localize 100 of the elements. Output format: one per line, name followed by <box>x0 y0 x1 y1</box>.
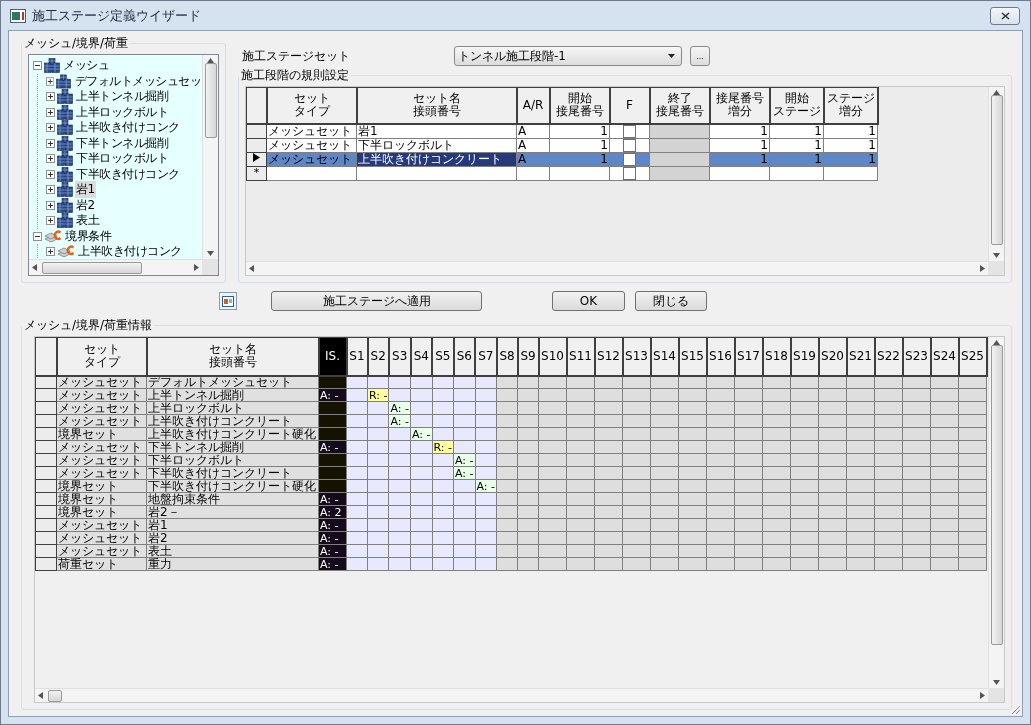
browse-button[interactable]: ... <box>690 46 710 66</box>
expand-icon[interactable] <box>46 247 55 257</box>
stage-header[interactable]: S5 <box>432 337 454 376</box>
stage-header[interactable]: S13 <box>622 337 651 376</box>
stage-header[interactable]: S14 <box>650 337 679 376</box>
expand-icon[interactable] <box>46 200 55 210</box>
stage-header[interactable]: S19 <box>790 337 819 376</box>
scroll-thumb[interactable] <box>48 689 62 702</box>
expand-icon[interactable] <box>46 123 55 133</box>
stage-header[interactable]: S17 <box>734 337 763 376</box>
current-row-icon <box>253 153 260 162</box>
stage-header[interactable]: S2 <box>367 337 389 376</box>
column-header-cell[interactable]: IS. <box>318 337 347 376</box>
expand-icon[interactable] <box>46 169 55 179</box>
stage-header[interactable]: S16 <box>706 337 735 376</box>
scroll-thumb[interactable] <box>42 261 142 274</box>
close-dialog-button[interactable]: 閉じる <box>635 291 707 311</box>
stage-header[interactable]: S15 <box>678 337 707 376</box>
stage-header[interactable]: S4 <box>410 337 432 376</box>
scroll-down-icon[interactable] <box>993 253 1000 258</box>
expand-icon[interactable] <box>46 154 55 164</box>
mesh-blocks-icon <box>57 197 73 213</box>
tree-item[interactable]: 下半吹き付けコンク <box>75 165 181 183</box>
column-header-cell[interactable]: セット名 接頭番号 <box>356 87 517 124</box>
stage-header[interactable]: S9 <box>517 337 539 376</box>
stage-header[interactable]: S1 <box>346 337 368 376</box>
expand-icon[interactable] <box>46 92 55 102</box>
stage-header[interactable]: S24 <box>930 337 959 376</box>
info-button[interactable] <box>219 292 237 310</box>
stage-header[interactable]: S22 <box>874 337 903 376</box>
stage-header[interactable]: S10 <box>538 337 567 376</box>
stage-header[interactable]: S20 <box>818 337 847 376</box>
stage-header[interactable]: S11 <box>566 337 595 376</box>
tree-item[interactable]: 岩2 <box>75 196 96 214</box>
column-header-cell[interactable]: セット名 接頭番号 <box>146 337 319 376</box>
tree-item[interactable]: 上半トンネル掘削 <box>75 88 169 106</box>
column-header-cell[interactable]: セット タイプ <box>266 87 357 124</box>
stage-header[interactable]: S25 <box>958 337 987 376</box>
tree-item[interactable]: メッシュ <box>62 57 110 75</box>
close-button[interactable] <box>990 6 1020 25</box>
tree-item[interactable]: 表土 <box>75 212 100 230</box>
scroll-left-icon[interactable] <box>32 264 37 271</box>
collapse-icon[interactable] <box>33 61 42 71</box>
scroll-down-icon[interactable] <box>993 680 1000 685</box>
scroll-thumb[interactable] <box>204 63 217 138</box>
column-header-cell[interactable]: ステージ 増分 <box>823 87 878 124</box>
horizontal-scrollbar[interactable] <box>35 688 988 702</box>
checkbox[interactable] <box>623 139 636 151</box>
expand-icon[interactable] <box>46 216 55 226</box>
column-title: セット <box>82 343 120 357</box>
apply-button[interactable]: 施工ステージへ適用 <box>271 291 482 311</box>
scroll-thumb[interactable] <box>990 95 1003 245</box>
tree-item[interactable]: 上半ロックボルト <box>75 103 169 121</box>
stage-header[interactable]: S23 <box>902 337 931 376</box>
ok-button[interactable]: OK <box>552 291 625 311</box>
scroll-right-icon[interactable] <box>980 692 985 699</box>
vertical-scrollbar[interactable] <box>988 87 1004 261</box>
stage-header[interactable]: S3 <box>389 337 411 376</box>
resize-grip[interactable] <box>1011 705 1021 715</box>
checkbox[interactable] <box>623 153 636 165</box>
stage-header[interactable]: S12 <box>594 337 623 376</box>
expand-icon[interactable] <box>46 107 55 117</box>
horizontal-scrollbar[interactable] <box>246 261 988 275</box>
column-header-cell[interactable]: 終了 接尾番号 <box>649 87 710 124</box>
tree-item[interactable]: 下半トンネル掘削 <box>75 134 169 152</box>
stage-header[interactable]: S21 <box>846 337 875 376</box>
tree-item[interactable]: 境界条件 <box>64 227 112 245</box>
stage-set-dropdown[interactable]: トンネル施工段階-1 <box>454 46 682 66</box>
column-header-cell[interactable]: F <box>609 87 650 124</box>
checkbox[interactable] <box>623 167 636 179</box>
stage-header[interactable]: S7 <box>475 337 497 376</box>
scroll-left-icon[interactable] <box>249 265 254 272</box>
column-header-cell[interactable]: 開始 ステージ <box>769 87 824 124</box>
vertical-scrollbar[interactable] <box>202 55 218 259</box>
scroll-down-icon[interactable] <box>207 251 214 256</box>
column-header-cell[interactable]: A/R <box>516 87 550 124</box>
horizontal-scrollbar[interactable] <box>29 259 202 275</box>
collapse-icon[interactable] <box>33 231 42 241</box>
stage-header[interactable]: S6 <box>453 337 475 376</box>
expand-icon[interactable] <box>46 185 55 195</box>
scroll-right-icon[interactable] <box>980 265 985 272</box>
scroll-right-icon[interactable] <box>194 264 199 271</box>
tree-item[interactable]: 下半ロックボルト <box>75 150 169 168</box>
column-header-cell[interactable]: 開始 接尾番号 <box>549 87 610 124</box>
expand-icon[interactable] <box>46 76 55 86</box>
expand-icon[interactable] <box>46 138 55 148</box>
rules-grid[interactable]: セット タイプ セット名 接頭番号 A/R 開始 接尾番号 F 終了 接尾番号 接尾番号 増分 開始 ステージ ステージ 増分 メッシュセット 岩1 A 1 1 1 1 メッシュセット 下半ロックボルト A 1 1 1 1 メッシュセット 上半吹き付けコンクリート A 1 1 1 1 * <box>245 86 1005 276</box>
tree-item[interactable]: デフォルトメッシュセッ <box>73 72 202 90</box>
tree-item[interactable]: 上半吹き付けコンク <box>75 119 181 137</box>
stage-header[interactable]: S18 <box>762 337 791 376</box>
tree-item[interactable]: 上半吹き付けコンク <box>77 243 183 259</box>
scroll-left-icon[interactable] <box>38 692 43 699</box>
column-header-cell[interactable]: セット タイプ <box>56 337 147 376</box>
column-header-cell[interactable]: 接尾番号 増分 <box>709 87 770 124</box>
vertical-scrollbar[interactable] <box>988 337 1004 688</box>
tree-item[interactable]: 岩1 <box>75 181 96 199</box>
tree-view[interactable]: メッシュ デフォルトメッシュセッ 上半トンネル掘削 上半ロックボルト 上半吹き付けコンク 下半トンネル掘削 下半ロックボルト 下半吹き付けコンク 岩1 岩2 表土 境界条件 上半吹き付けコンク <box>28 54 219 276</box>
scroll-thumb[interactable] <box>990 345 1003 645</box>
stage-header[interactable]: S8 <box>496 337 518 376</box>
window-icon <box>222 295 234 307</box>
